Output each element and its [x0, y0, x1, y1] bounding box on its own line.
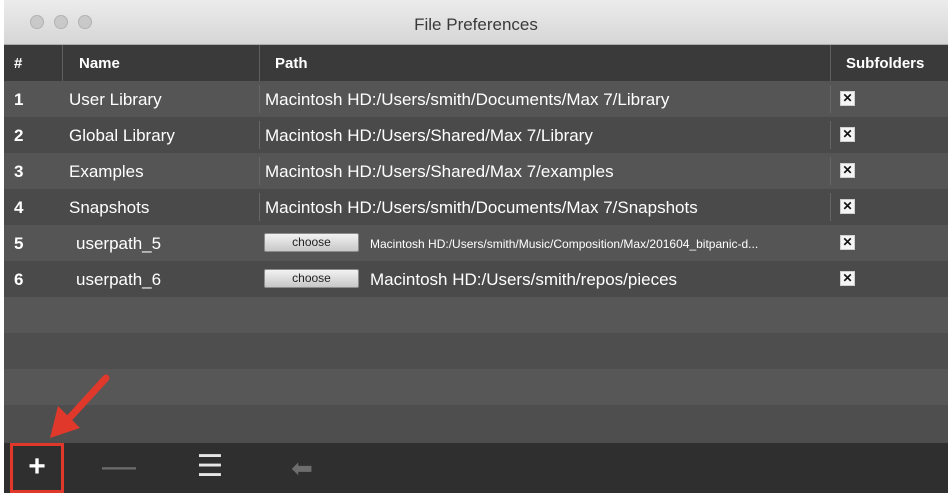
- list-menu-icon[interactable]: ☰: [190, 443, 230, 493]
- cell-divider: [259, 193, 260, 221]
- cell-divider: [259, 121, 260, 149]
- subfolders-checkbox[interactable]: ✕: [840, 127, 855, 142]
- row-number: 6: [14, 270, 24, 289]
- row-name[interactable]: User Library: [69, 90, 162, 110]
- cell-divider: [259, 157, 260, 185]
- row-number: 3: [14, 162, 24, 181]
- table-header: # Name Path Subfolders: [4, 45, 948, 81]
- choose-button[interactable]: choose: [264, 269, 359, 288]
- table-row[interactable]: 4 Snapshots Macintosh HD:/Users/smith/Do…: [4, 189, 948, 225]
- row-path[interactable]: Macintosh HD:/Users/smith/repos/pieces: [370, 270, 677, 290]
- cell-divider: [259, 85, 260, 113]
- table-row[interactable]: 2 Global Library Macintosh HD:/Users/Sha…: [4, 117, 948, 153]
- subfolders-checkbox[interactable]: ✕: [840, 199, 855, 214]
- row-name[interactable]: Snapshots: [69, 198, 149, 218]
- column-divider[interactable]: [62, 45, 63, 81]
- subfolders-checkbox[interactable]: ✕: [840, 271, 855, 286]
- title-bar: File Preferences: [4, 0, 948, 45]
- subfolders-checkbox[interactable]: ✕: [840, 163, 855, 178]
- remove-path-button[interactable]: —: [99, 443, 139, 493]
- row-path[interactable]: Macintosh HD:/Users/Shared/Max 7/Library: [265, 126, 593, 146]
- choose-button[interactable]: choose: [264, 233, 359, 252]
- empty-row: [4, 405, 948, 441]
- row-name[interactable]: userpath_5: [76, 234, 161, 254]
- bottom-toolbar: + — ☰ ⬅: [4, 443, 948, 493]
- empty-row: [4, 369, 948, 405]
- row-path[interactable]: Macintosh HD:/Users/Shared/Max 7/example…: [265, 162, 614, 182]
- row-name[interactable]: userpath_6: [76, 270, 161, 290]
- window-title: File Preferences: [414, 15, 538, 34]
- row-path[interactable]: Macintosh HD:/Users/smith/Documents/Max …: [265, 198, 698, 218]
- file-preferences-window: File Preferences # Name Path Subfolders …: [4, 0, 948, 493]
- row-number: 4: [14, 198, 24, 217]
- subfolders-checkbox[interactable]: ✕: [840, 91, 855, 106]
- annotation-arrow-icon: [50, 374, 110, 438]
- empty-row: [4, 333, 948, 369]
- search-path-table: 1 User Library Macintosh HD:/Users/smith…: [4, 81, 948, 441]
- row-path[interactable]: Macintosh HD:/Users/smith/Documents/Max …: [265, 90, 669, 110]
- cell-divider: [830, 85, 831, 113]
- column-divider[interactable]: [830, 45, 831, 81]
- row-path[interactable]: Macintosh HD:/Users/smith/Music/Composit…: [370, 237, 825, 251]
- table-row[interactable]: 1 User Library Macintosh HD:/Users/smith…: [4, 81, 948, 117]
- back-arrow-icon[interactable]: ⬅: [282, 443, 322, 493]
- row-number: 1: [14, 90, 24, 109]
- header-name[interactable]: Name: [79, 55, 120, 72]
- table-row[interactable]: 5 userpath_5 choose Macintosh HD:/Users/…: [4, 225, 948, 261]
- cell-divider: [830, 157, 831, 185]
- row-number: 5: [14, 234, 24, 253]
- row-name[interactable]: Global Library: [69, 126, 175, 146]
- column-divider[interactable]: [259, 45, 260, 81]
- table-row[interactable]: 3 Examples Macintosh HD:/Users/Shared/Ma…: [4, 153, 948, 189]
- header-subfolders[interactable]: Subfolders: [846, 55, 924, 72]
- header-num[interactable]: #: [14, 55, 22, 72]
- empty-row: [4, 297, 948, 333]
- cell-divider: [830, 121, 831, 149]
- row-name[interactable]: Examples: [69, 162, 144, 182]
- header-path[interactable]: Path: [275, 55, 308, 72]
- row-number: 2: [14, 126, 24, 145]
- cell-divider: [830, 193, 831, 221]
- subfolders-checkbox[interactable]: ✕: [840, 235, 855, 250]
- table-row[interactable]: 6 userpath_6 choose Macintosh HD:/Users/…: [4, 261, 948, 297]
- add-path-button[interactable]: +: [10, 443, 64, 493]
